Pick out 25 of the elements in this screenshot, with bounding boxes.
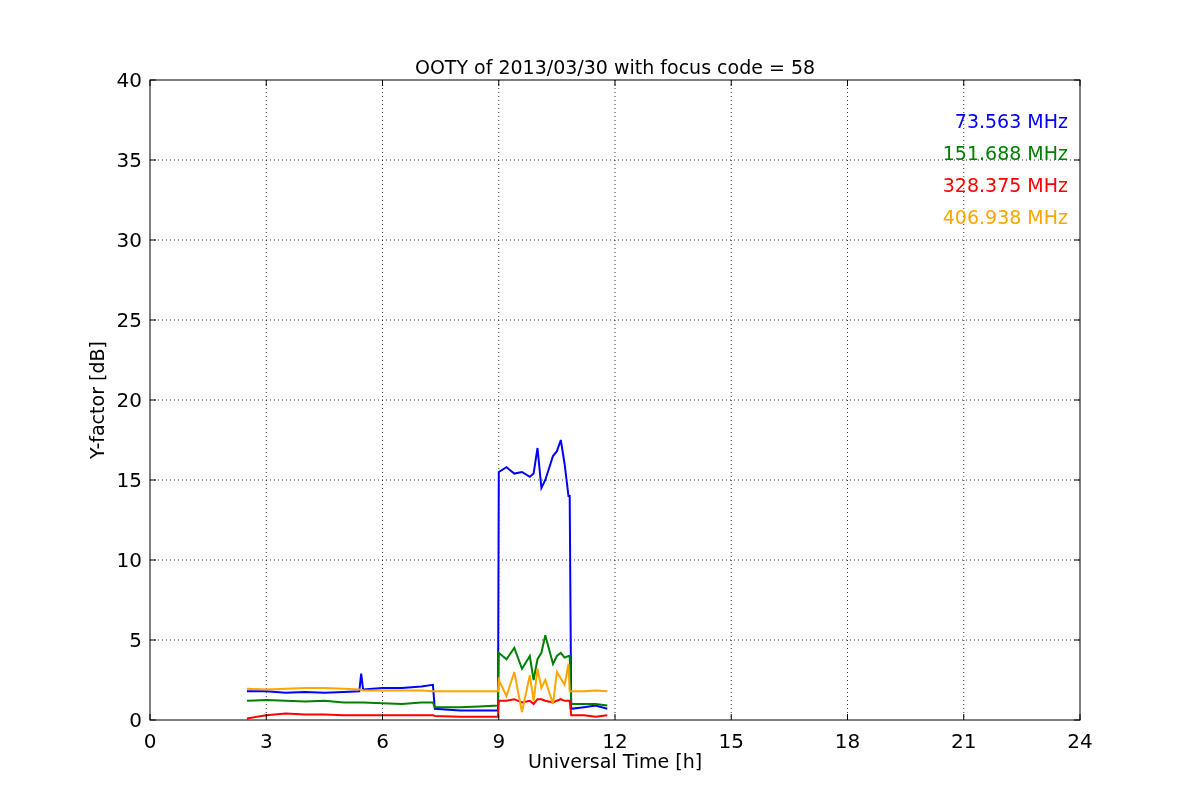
legend-label: 406.938 MHz — [942, 206, 1068, 228]
y-tick-label: 35 — [116, 148, 142, 172]
y-tick-label: 20 — [116, 388, 142, 412]
x-tick-label: 0 — [143, 729, 157, 753]
x-tick-label: 6 — [376, 729, 389, 753]
y-tick-label: 15 — [116, 468, 142, 492]
legend-label: 151.688 MHz — [942, 142, 1068, 164]
x-tick-label: 9 — [492, 729, 506, 753]
y-tick-label: 30 — [116, 228, 142, 252]
x-tick-label: 3 — [259, 729, 273, 753]
y-tick-label: 0 — [129, 708, 142, 732]
y-tick-label: 25 — [116, 308, 142, 332]
x-tick-label: 18 — [834, 729, 861, 753]
x-axis-label: Universal Time [h] — [527, 750, 703, 772]
x-tick-label: 15 — [718, 729, 744, 753]
legend-label: 73.563 MHz — [954, 110, 1068, 132]
legend-label: 328.375 MHz — [942, 174, 1068, 196]
y-tick-label: 40 — [116, 68, 142, 92]
chart-title: OOTY of 2013/03/30 with focus code = 58 — [414, 56, 816, 78]
y-tick-label: 10 — [116, 548, 142, 572]
x-tick-label: 24 — [1067, 729, 1093, 753]
y-tick-label: 5 — [129, 628, 142, 652]
y-axis-label: Y-factor [dB] — [86, 341, 108, 459]
x-tick-label: 12 — [602, 729, 628, 753]
x-tick-label: 21 — [951, 729, 977, 753]
